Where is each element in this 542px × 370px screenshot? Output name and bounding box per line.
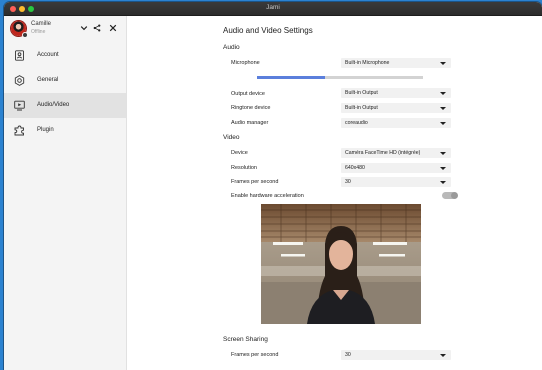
audio-manager-value: coreaudio xyxy=(345,120,368,126)
video-section-heading: Video xyxy=(223,134,240,141)
page-title: Audio and Video Settings xyxy=(223,26,313,35)
caret-down-icon xyxy=(440,166,446,170)
hw-accel-label: Enable hardware acceleration xyxy=(231,193,304,199)
gear-icon xyxy=(14,75,25,86)
share-icon xyxy=(93,24,101,32)
share-button[interactable] xyxy=(92,23,102,33)
resolution-select[interactable]: 640x480 xyxy=(341,163,451,173)
profile-header: Camille Offline xyxy=(4,16,126,43)
microphone-select[interactable]: Built-in Microphone xyxy=(341,58,451,68)
screen-sharing-fps-label: Frames per second xyxy=(231,352,279,358)
sidebar-item-label: Account xyxy=(37,52,59,58)
output-device-value: Built-in Output xyxy=(345,90,378,96)
profile-name: Camille xyxy=(31,21,52,27)
audio-section-heading: Audio xyxy=(223,44,240,51)
output-device-select[interactable]: Built-in Output xyxy=(341,88,451,98)
account-menu-button[interactable] xyxy=(79,23,89,33)
caret-down-icon xyxy=(440,91,446,95)
app-window: Jami Camille Offline Account General Aud… xyxy=(4,2,542,370)
plugin-icon xyxy=(14,125,24,136)
settings-content: Audio and Video Settings Audio Microphon… xyxy=(127,16,542,370)
audio-manager-label: Audio manager xyxy=(231,120,269,126)
microphone-level-meter xyxy=(257,76,423,79)
title-bar[interactable]: Jami xyxy=(4,2,542,16)
video-fps-label: Frames per second xyxy=(231,179,279,185)
output-device-label: Output device xyxy=(231,91,265,97)
ringtone-device-value: Built-in Output xyxy=(345,105,378,111)
chevron-down-icon xyxy=(80,26,88,31)
profile-status: Offline xyxy=(31,29,46,35)
ringtone-device-label: Ringtone device xyxy=(231,105,271,111)
close-settings-button[interactable] xyxy=(108,23,118,33)
camera-preview-image xyxy=(261,204,421,324)
sidebar-item-label: General xyxy=(37,77,59,83)
video-device-select[interactable]: Caméra FaceTime HD (intégrée) xyxy=(341,148,451,158)
caret-down-icon xyxy=(440,121,446,125)
screen-sharing-fps-value: 30 xyxy=(345,352,351,358)
toggle-knob xyxy=(451,192,458,199)
microphone-label: Microphone xyxy=(231,60,260,66)
video-device-value: Caméra FaceTime HD (intégrée) xyxy=(345,150,421,156)
window-title: Jami xyxy=(266,4,280,11)
video-fps-select[interactable]: 30 xyxy=(341,177,451,187)
sidebar-item-account[interactable]: Account xyxy=(4,43,126,68)
screen-sharing-section-heading: Screen Sharing xyxy=(223,336,268,343)
caret-down-icon xyxy=(440,151,446,155)
camera-preview xyxy=(261,204,421,324)
sidebar-item-plugin[interactable]: Plugin xyxy=(4,118,126,143)
resolution-value: 640x480 xyxy=(345,165,365,171)
caret-down-icon xyxy=(440,353,446,357)
caret-down-icon xyxy=(440,180,446,184)
sidebar-item-label: Audio/Video xyxy=(37,102,70,108)
microphone-value: Built-in Microphone xyxy=(345,60,390,66)
screen-sharing-fps-select[interactable]: 30 xyxy=(341,350,451,360)
microphone-level-fill xyxy=(257,76,326,79)
video-fps-value: 30 xyxy=(345,179,351,185)
video-device-label: Device xyxy=(231,150,248,156)
presence-indicator xyxy=(22,32,28,38)
audio-manager-select[interactable]: coreaudio xyxy=(341,118,451,128)
resolution-label: Resolution xyxy=(231,165,257,171)
sidebar-item-audio-video[interactable]: Audio/Video xyxy=(4,93,126,118)
sidebar: Camille Offline Account General Audio/Vi… xyxy=(4,16,127,370)
audio-video-icon xyxy=(14,100,25,111)
sidebar-item-general[interactable]: General xyxy=(4,68,126,93)
close-icon xyxy=(109,24,117,32)
caret-down-icon xyxy=(440,61,446,65)
account-icon xyxy=(15,50,24,61)
sidebar-item-label: Plugin xyxy=(37,127,54,133)
caret-down-icon xyxy=(440,106,446,110)
hw-accel-toggle[interactable] xyxy=(442,192,458,199)
ringtone-device-select[interactable]: Built-in Output xyxy=(341,103,451,113)
